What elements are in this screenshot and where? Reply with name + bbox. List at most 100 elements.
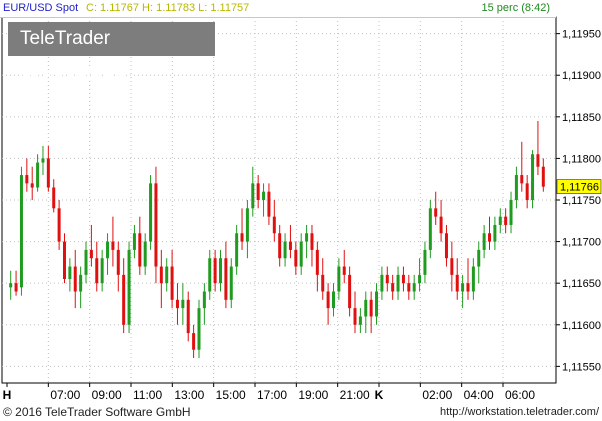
website-link[interactable]: http://workstation.teletrader.com/	[440, 403, 599, 421]
x-tick-label: 21:00	[340, 388, 370, 402]
candle-body	[541, 166, 545, 187]
ohlc-readout: C: 1.11767 H: 1.11783 L: 1.11757	[86, 2, 250, 14]
candle-body	[310, 233, 314, 250]
candle-body	[331, 291, 335, 309]
candle-body	[450, 258, 454, 275]
watermark-bold: WorkStation	[20, 62, 132, 83]
candle-body	[514, 175, 518, 200]
candle-body	[434, 208, 438, 217]
candle-body	[100, 258, 104, 284]
candle-body	[235, 233, 239, 267]
candle-body	[175, 299, 179, 309]
candle-body	[262, 191, 266, 200]
x-tick-label: 09:00	[92, 388, 122, 402]
candle-body	[30, 183, 34, 188]
footer: © 2016 TeleTrader Software GmbH http://w…	[0, 403, 602, 421]
candle-body	[466, 283, 470, 292]
candle	[149, 175, 153, 250]
candle-body	[154, 183, 158, 267]
last-price-value: 1,11766	[560, 182, 599, 194]
candle-body	[477, 249, 481, 267]
candle-body	[504, 216, 508, 225]
candle-body	[294, 249, 298, 267]
x-tick-label: 04:00	[464, 388, 494, 402]
candle-body	[428, 208, 432, 250]
x-tick-label: 02:00	[422, 388, 452, 402]
y-tick-label: 1,11550	[562, 361, 601, 373]
candle-body	[391, 283, 395, 292]
y-tick-label: 1,11950	[562, 29, 601, 41]
chart-window: 1,11950 1,11900 1,11850 1,11800 1,11750 1,117…	[0, 0, 602, 421]
candle-body	[202, 291, 206, 309]
candle-body	[423, 249, 427, 275]
candle-body	[305, 233, 309, 242]
candle-body	[224, 258, 228, 300]
candle-body	[149, 183, 153, 242]
x-tick-label: 06:00	[505, 388, 535, 402]
candle-body	[213, 258, 217, 284]
copyright-text: © 2016 TeleTrader Software GmbH	[3, 405, 191, 419]
candle-body	[143, 241, 147, 267]
x-tick-label: 15:00	[216, 388, 246, 402]
candle-body	[251, 183, 255, 209]
candle	[428, 200, 432, 259]
candle-body	[197, 308, 201, 350]
candle-body	[536, 154, 540, 167]
x-tick-label: 19:00	[298, 388, 328, 402]
x-tick-label: 11:00	[133, 388, 162, 402]
candle-body	[380, 274, 384, 292]
candle	[127, 241, 131, 334]
candle-body	[444, 233, 448, 259]
candle-body	[531, 154, 535, 200]
candle-body	[256, 183, 260, 200]
candle-body	[62, 241, 66, 280]
candle-body	[520, 175, 524, 184]
candle-body	[418, 274, 422, 284]
candle-body	[95, 258, 99, 284]
y-tick-label: 1,11600	[562, 320, 601, 332]
candle-body	[342, 266, 346, 275]
candle-body	[283, 241, 287, 259]
candle-body	[111, 241, 115, 250]
candle-body	[267, 191, 271, 217]
x-tick-label: 17:00	[257, 388, 287, 402]
y-tick-label: 1,11700	[562, 237, 601, 249]
candle-body	[407, 283, 411, 292]
candle-body	[127, 249, 131, 325]
candle-body	[245, 208, 249, 242]
x-tick-label: K	[375, 388, 384, 402]
candle-body	[358, 316, 362, 325]
candle-body	[52, 187, 56, 209]
candle-body	[240, 233, 244, 242]
candle-body	[375, 291, 379, 317]
candle	[19, 166, 23, 296]
candle-body	[493, 224, 497, 242]
candle-body	[229, 266, 233, 300]
candle-body	[396, 274, 400, 292]
y-tick-label: 1,11750	[562, 195, 601, 207]
candle-body	[89, 249, 93, 259]
candle-body	[36, 162, 40, 188]
candle-body	[461, 283, 465, 292]
period-label[interactable]: 15 perc (8:42)	[482, 0, 550, 17]
candle-body	[482, 233, 486, 250]
candle-body	[315, 249, 319, 275]
candle-body	[488, 233, 492, 242]
y-tick-label: 1,11900	[562, 70, 601, 82]
candle-body	[525, 183, 529, 200]
candle	[154, 166, 158, 284]
candle	[531, 150, 535, 209]
teletrader-watermark: TeleTrader WorkStation	[8, 22, 215, 83]
candle-body	[369, 299, 373, 317]
candle-body	[25, 175, 29, 184]
candle-body	[73, 266, 77, 292]
candle-body	[165, 266, 169, 284]
candle-body	[106, 241, 110, 259]
candle-body	[385, 274, 389, 284]
candle-body	[278, 233, 282, 259]
candle-body	[46, 158, 50, 188]
candle-body	[181, 299, 185, 309]
candle-body	[439, 216, 443, 234]
symbol-label[interactable]: EUR/USD Spot	[3, 0, 78, 17]
candle-body	[132, 233, 136, 250]
